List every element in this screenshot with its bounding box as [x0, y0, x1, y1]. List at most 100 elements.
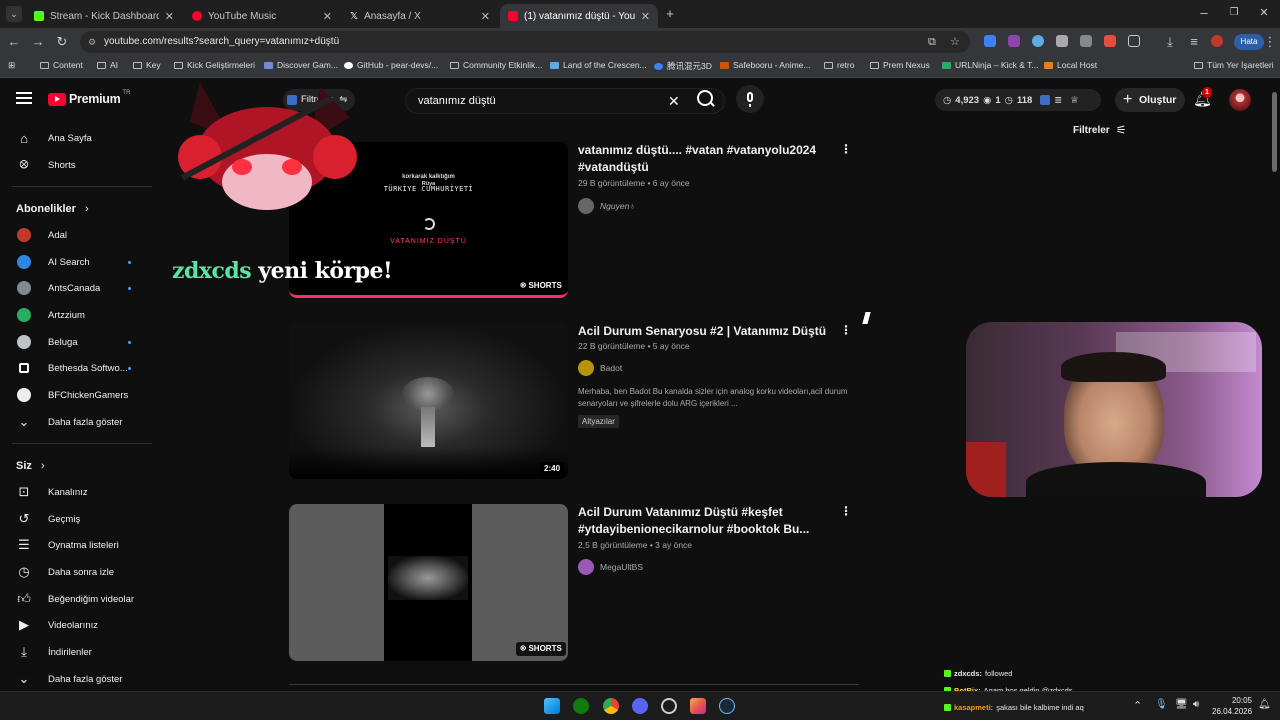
sidebar-item-history[interactable]: ↺ Geçmiş	[0, 507, 150, 531]
url-input[interactable]: ⚙ youtube.com/results?search_query=vatan…	[80, 31, 970, 53]
camera-extension-icon[interactable]	[1056, 35, 1068, 47]
stats-pill[interactable]: ◷ 4,923 ◉ 1 ◷ 118 ≣ ♕	[935, 89, 1101, 111]
tab-kick-dashboard[interactable]: Stream - Kick Dashboard ✕	[26, 4, 182, 28]
sidebar-item-playlists[interactable]: ☰ Oynatma listeleri	[0, 533, 150, 557]
extension-icon[interactable]	[984, 35, 996, 47]
window-close-icon[interactable]: ✕	[1256, 5, 1272, 21]
extension-icon[interactable]	[1080, 35, 1092, 47]
close-icon[interactable]: ✕	[641, 10, 650, 23]
bookmark-link[interactable]: URLNinja – Kick & T...	[942, 60, 1038, 70]
extension-icon[interactable]	[1032, 35, 1044, 47]
notifications-bell-icon[interactable]: 🔔︎ 1	[1193, 87, 1212, 108]
bookmark-folder[interactable]: Community Etkinlik...	[450, 60, 542, 70]
chrome-icon[interactable]	[603, 698, 619, 714]
create-button[interactable]: + Oluştur	[1115, 88, 1185, 112]
network-icon[interactable]: 🖥︎	[1175, 699, 1188, 710]
sidebar-item-your-videos[interactable]: ▶ Videolarınız	[0, 613, 150, 637]
tab-search-icon[interactable]: ⌄	[6, 6, 22, 22]
all-bookmarks-folder[interactable]: Tüm Yer İşaretleri	[1194, 60, 1274, 70]
sidebar-show-more[interactable]: ⌄ Daha fazla göster	[0, 410, 150, 434]
steam-icon[interactable]	[719, 698, 735, 714]
back-icon[interactable]: ←	[6, 34, 22, 50]
sidebar-subscription[interactable]: Adal	[0, 223, 150, 247]
video-title-link[interactable]: vatanımız düştü.... #vatan #vatanyolu202…	[578, 142, 828, 176]
search-input[interactable]: vatanımız düştü ✕	[405, 88, 725, 114]
bookmark-folder[interactable]: Content	[40, 60, 83, 70]
sidebar-show-more[interactable]: ⌄ Daha fazla göster	[0, 667, 150, 691]
new-tab-icon[interactable]: +	[662, 6, 678, 22]
bookmark-link[interactable]: Local Host	[1044, 60, 1097, 70]
filters-button[interactable]: Filtreler ⚟	[1073, 123, 1126, 137]
sidebar-item-downloads[interactable]: ⤓ İndirilenler	[0, 640, 150, 664]
action-menu-kebab-icon[interactable]: ⋮	[840, 142, 852, 156]
sidebar-subscription[interactable]: AntsCanada	[0, 276, 150, 300]
notifications-icon[interactable]: 🔔︎	[1258, 699, 1271, 710]
close-icon[interactable]: ✕	[323, 10, 332, 23]
you-header[interactable]: Siz ›	[16, 460, 45, 472]
volume-icon[interactable]: 🔊︎	[1193, 699, 1199, 710]
download-icon[interactable]: ⤓	[1162, 34, 1178, 50]
extensions-puzzle-icon[interactable]	[1128, 35, 1140, 47]
subscriptions-header[interactable]: Abonelikler ›	[16, 203, 89, 215]
discord-icon[interactable]	[632, 698, 648, 714]
bookmark-folder[interactable]: Key	[133, 60, 161, 70]
sidebar-subscription[interactable]: Beluga	[0, 330, 150, 354]
instagram-icon[interactable]	[690, 698, 706, 714]
bookmark-folder[interactable]: Prem Nexus	[870, 60, 930, 70]
reload-icon[interactable]: ↻	[54, 34, 70, 50]
sidebar-item-liked-videos[interactable]: 👍︎ Beğendiğim videolar	[0, 587, 150, 611]
bookmark-link[interactable]: Safebooru - Anime...	[720, 60, 811, 70]
tab-x[interactable]: 𝕏 Anasayfa / X ✕	[342, 4, 498, 28]
youtube-premium-logo[interactable]: Premium TR	[48, 90, 130, 106]
bookmark-link[interactable]: 腾讯混元3D	[654, 60, 712, 72]
sidebar-subscription[interactable]: Bethesda Softwo...	[0, 356, 150, 380]
video-title-link[interactable]: Acil Durum Senaryosu #2 | Vatanımız Düşt…	[578, 323, 838, 340]
video-thumbnail[interactable]: ꕕ SHORTS	[289, 504, 568, 661]
microphone-icon[interactable]: 🎙︎	[1155, 699, 1168, 710]
voice-search-icon[interactable]	[736, 85, 764, 113]
site-info-icon[interactable]: ⚙	[88, 31, 96, 53]
action-menu-kebab-icon[interactable]: ⋮	[840, 504, 852, 518]
forward-icon[interactable]: →	[30, 34, 46, 50]
sidebar-item-your-channel[interactable]: ⊡ Kanalınız	[0, 480, 150, 504]
sidebar-subscription[interactable]: BFChickenGamers	[0, 383, 150, 407]
video-thumbnail[interactable]: 2:40	[289, 323, 568, 479]
video-title-link[interactable]: Acil Durum Vatanımız Düştü #keşfet #ytda…	[578, 504, 828, 538]
minimize-icon[interactable]: –	[1196, 5, 1212, 21]
sidebar-item-watch-later[interactable]: ◷ Daha sonra izle	[0, 560, 150, 584]
clock-widget[interactable]: 20:05 26.04.2026	[1212, 695, 1252, 717]
bookmark-star-icon[interactable]: ☆	[950, 31, 960, 53]
profile-error-chip[interactable]: Hata	[1234, 34, 1264, 50]
hamburger-menu-icon[interactable]	[16, 92, 32, 104]
obs-icon[interactable]	[661, 698, 677, 714]
channel-link[interactable]: Nguyen♁	[578, 198, 636, 214]
profile-avatar[interactable]	[1211, 35, 1223, 47]
windows-start-icon[interactable]	[544, 698, 560, 714]
restore-icon[interactable]: ❐	[1226, 5, 1242, 21]
page-scrollbar[interactable]	[1272, 92, 1277, 172]
tray-chevron-up-icon[interactable]: ⌃	[1133, 699, 1142, 712]
bookmark-link[interactable]: GitHub - pear-devs/...	[344, 60, 438, 70]
bookmark-folder[interactable]: retro	[824, 60, 854, 70]
search-icon[interactable]	[697, 90, 715, 107]
tab-youtube-music[interactable]: YouTube Music ✕	[184, 4, 340, 28]
bookmark-folder[interactable]: AI	[97, 60, 118, 70]
sidebar-subscription[interactable]: AI Search	[0, 250, 150, 274]
xbox-icon[interactable]	[573, 698, 589, 714]
close-icon[interactable]: ✕	[165, 10, 174, 23]
install-app-icon[interactable]: ⧉	[928, 31, 936, 53]
sidebar-item-home[interactable]: ⌂ Ana Sayfa	[0, 126, 150, 150]
account-avatar[interactable]	[1229, 89, 1251, 111]
bookmark-link[interactable]: Discover Gam...	[264, 60, 338, 70]
menu-kebab-icon[interactable]: ⋮	[1262, 34, 1278, 50]
action-menu-kebab-icon[interactable]: ⋮	[840, 323, 852, 337]
sidebar-subscription[interactable]: Artzzium	[0, 303, 150, 327]
extension-icon[interactable]	[1104, 35, 1116, 47]
apps-grid-icon[interactable]: ⊞	[8, 60, 15, 71]
tab-youtube-active[interactable]: (1) vatanımız düştü - YouTube ✕	[500, 4, 658, 28]
extension-icon[interactable]	[1008, 35, 1020, 47]
media-control-icon[interactable]: ≡	[1186, 34, 1202, 50]
sidebar-item-shorts[interactable]: ꕕ Shorts	[0, 153, 150, 177]
channel-link[interactable]: Badot	[578, 360, 622, 376]
bookmark-link[interactable]: Land of the Crescen...	[550, 60, 647, 70]
